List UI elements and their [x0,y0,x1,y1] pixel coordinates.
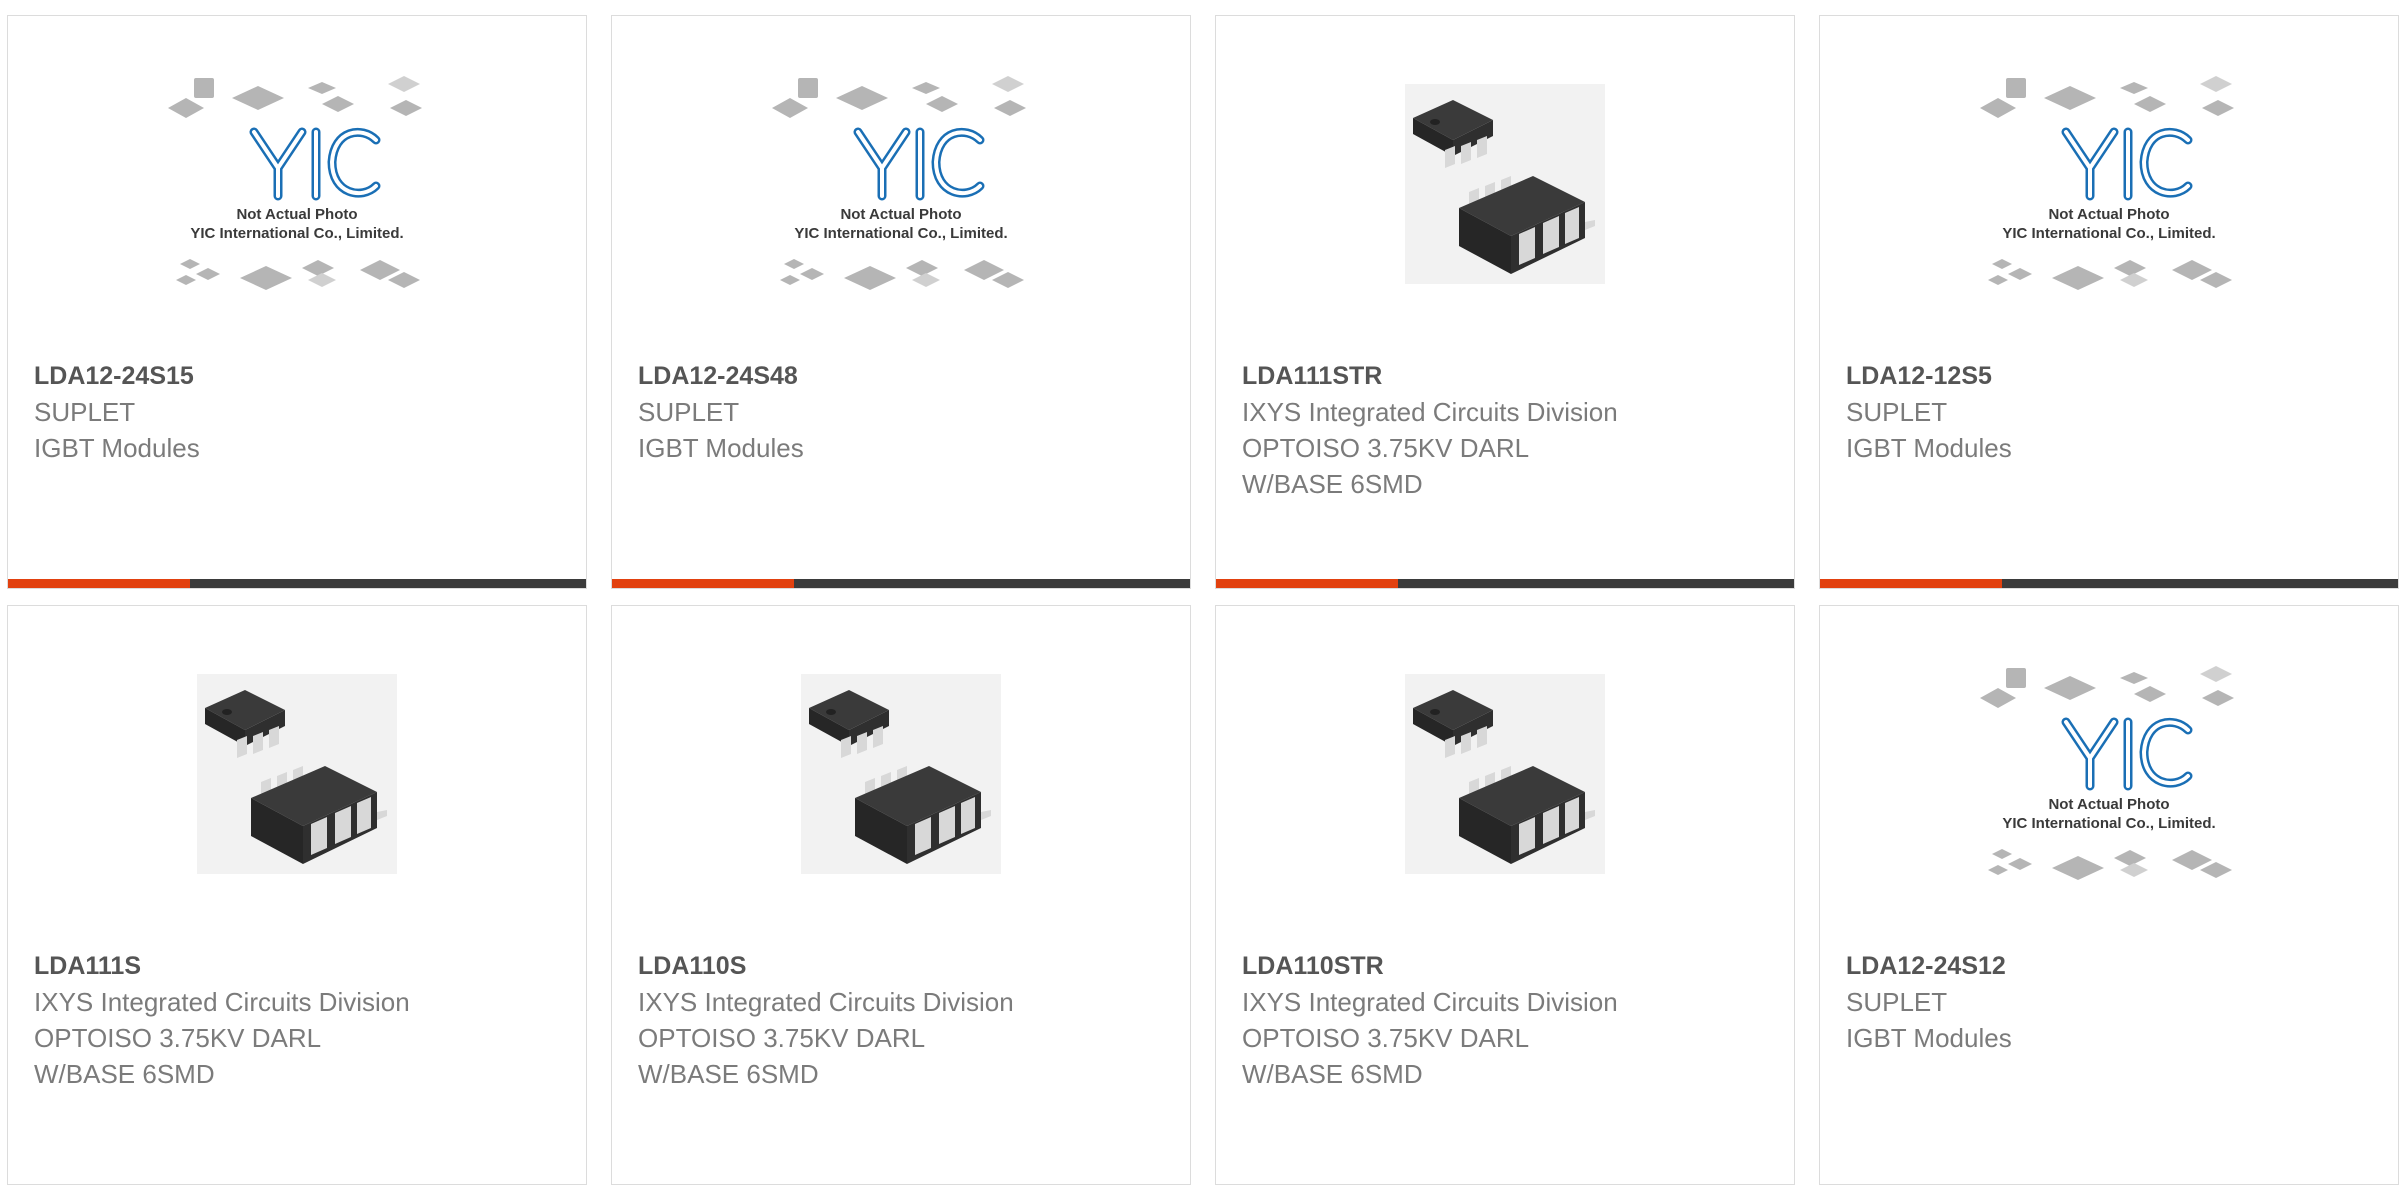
product-manufacturer: SUPLET [638,397,740,427]
part-number-link[interactable]: LDA110STR [1242,948,1774,984]
product-image[interactable]: Not Actual Photo YIC International Co., … [612,16,1190,351]
placeholder-image: Not Actual Photo YIC International Co., … [772,75,1026,290]
product-card[interactable]: Not Actual Photo YIC International Co., … [1819,605,2399,1185]
smd-chip-image [197,673,397,874]
card-accent-bar-highlight [612,579,794,588]
product-description: IGBT Modules [638,433,804,463]
card-accent-bar-highlight [8,579,190,588]
card-accent-bar-highlight [1820,579,2002,588]
product-manufacturer: SUPLET [1846,987,1948,1017]
product-info: LDA110STR IXYS Integrated Circuits Divis… [1242,948,1774,1092]
product-description: IGBT Modules [1846,1023,2012,1053]
card-accent-bar-highlight [1216,579,1398,588]
product-manufacturer: IXYS Integrated Circuits Division [34,987,410,1017]
card-accent-bar [1820,579,2398,588]
product-description: IGBT Modules [34,433,200,463]
placeholder-image: Not Actual Photo YIC International Co., … [168,75,422,290]
placeholder-caption-1: Not Actual Photo [2048,206,2169,223]
part-number-link[interactable]: LDA12-12S5 [1846,358,2378,394]
product-card[interactable]: LDA110S IXYS Integrated Circuits Divisio… [611,605,1191,1185]
smd-chip-image [1405,83,1605,284]
product-description: OPTOISO 3.75KV DARL [1242,433,1530,463]
placeholder-image: Not Actual Photo YIC International Co., … [1980,665,2234,880]
product-description-2: W/BASE 6SMD [34,1059,215,1089]
product-info: LDA12-24S15 SUPLET IGBT Modules [34,358,566,466]
placeholder-caption-2: YIC International Co., Limited. [2002,225,2215,242]
placeholder-caption-2: YIC International Co., Limited. [190,225,403,242]
product-manufacturer: SUPLET [34,397,136,427]
product-description: OPTOISO 3.75KV DARL [34,1023,322,1053]
part-number-link[interactable]: LDA110S [638,948,1170,984]
smd-chip-image [801,673,1001,874]
part-number-link[interactable]: LDA12-24S12 [1846,948,2378,984]
product-card[interactable]: LDA111S IXYS Integrated Circuits Divisio… [7,605,587,1185]
product-description: IGBT Modules [1846,433,2012,463]
product-image[interactable] [8,606,586,941]
card-accent-bar [612,579,1190,588]
product-image[interactable] [612,606,1190,941]
placeholder-caption-2: YIC International Co., Limited. [2002,815,2215,832]
product-manufacturer: IXYS Integrated Circuits Division [638,987,1014,1017]
product-info: LDA111STR IXYS Integrated Circuits Divis… [1242,358,1774,502]
product-info: LDA110S IXYS Integrated Circuits Divisio… [638,948,1170,1092]
product-info: LDA12-12S5 SUPLET IGBT Modules [1846,358,2378,466]
product-image[interactable] [1216,606,1794,941]
product-description: OPTOISO 3.75KV DARL [1242,1023,1530,1053]
part-number-link[interactable]: LDA111S [34,948,566,984]
product-description-2: W/BASE 6SMD [1242,469,1423,499]
product-info: LDA12-24S12 SUPLET IGBT Modules [1846,948,2378,1056]
product-image[interactable]: Not Actual Photo YIC International Co., … [1820,16,2398,351]
product-card[interactable]: LDA110STR IXYS Integrated Circuits Divis… [1215,605,1795,1185]
product-info: LDA111S IXYS Integrated Circuits Divisio… [34,948,566,1092]
product-manufacturer: IXYS Integrated Circuits Division [1242,397,1618,427]
card-accent-bar [1216,579,1794,588]
part-number-link[interactable]: LDA111STR [1242,358,1774,394]
product-image[interactable]: Not Actual Photo YIC International Co., … [1820,606,2398,941]
part-number-link[interactable]: LDA12-24S15 [34,358,566,394]
product-image[interactable]: Not Actual Photo YIC International Co., … [8,16,586,351]
placeholder-caption-1: Not Actual Photo [236,206,357,223]
placeholder-caption-2: YIC International Co., Limited. [794,225,1007,242]
card-accent-bar [8,579,586,588]
product-card[interactable]: Not Actual Photo YIC International Co., … [7,15,587,589]
smd-chip-image [1405,673,1605,874]
placeholder-image: Not Actual Photo YIC International Co., … [1980,75,2234,290]
product-grid: Not Actual Photo YIC International Co., … [0,0,2400,1185]
product-image[interactable] [1216,16,1794,351]
product-description-2: W/BASE 6SMD [1242,1059,1423,1089]
product-manufacturer: SUPLET [1846,397,1948,427]
product-card[interactable]: LDA111STR IXYS Integrated Circuits Divis… [1215,15,1795,589]
product-description: OPTOISO 3.75KV DARL [638,1023,926,1053]
product-info: LDA12-24S48 SUPLET IGBT Modules [638,358,1170,466]
product-card[interactable]: Not Actual Photo YIC International Co., … [611,15,1191,589]
placeholder-caption-1: Not Actual Photo [2048,796,2169,813]
product-description-2: W/BASE 6SMD [638,1059,819,1089]
part-number-link[interactable]: LDA12-24S48 [638,358,1170,394]
product-manufacturer: IXYS Integrated Circuits Division [1242,987,1618,1017]
product-card[interactable]: Not Actual Photo YIC International Co., … [1819,15,2399,589]
placeholder-caption-1: Not Actual Photo [840,206,961,223]
